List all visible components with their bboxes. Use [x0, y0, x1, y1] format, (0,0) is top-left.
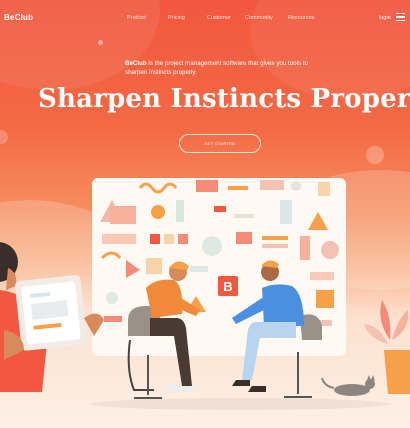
- hero-illustration: B: [0, 180, 410, 410]
- person-blue-shirt: [232, 260, 322, 398]
- person-orange-shirt: [127, 261, 200, 399]
- floor-shadow: [90, 398, 390, 410]
- b-block-icon: B: [218, 276, 238, 296]
- board-shapes: [100, 180, 339, 326]
- cat-icon: [321, 375, 375, 396]
- person-with-tablet: [0, 242, 104, 392]
- hero-section: BeClub Product Pricing Customer Communit…: [0, 0, 410, 428]
- b-block-letter: B: [223, 279, 232, 294]
